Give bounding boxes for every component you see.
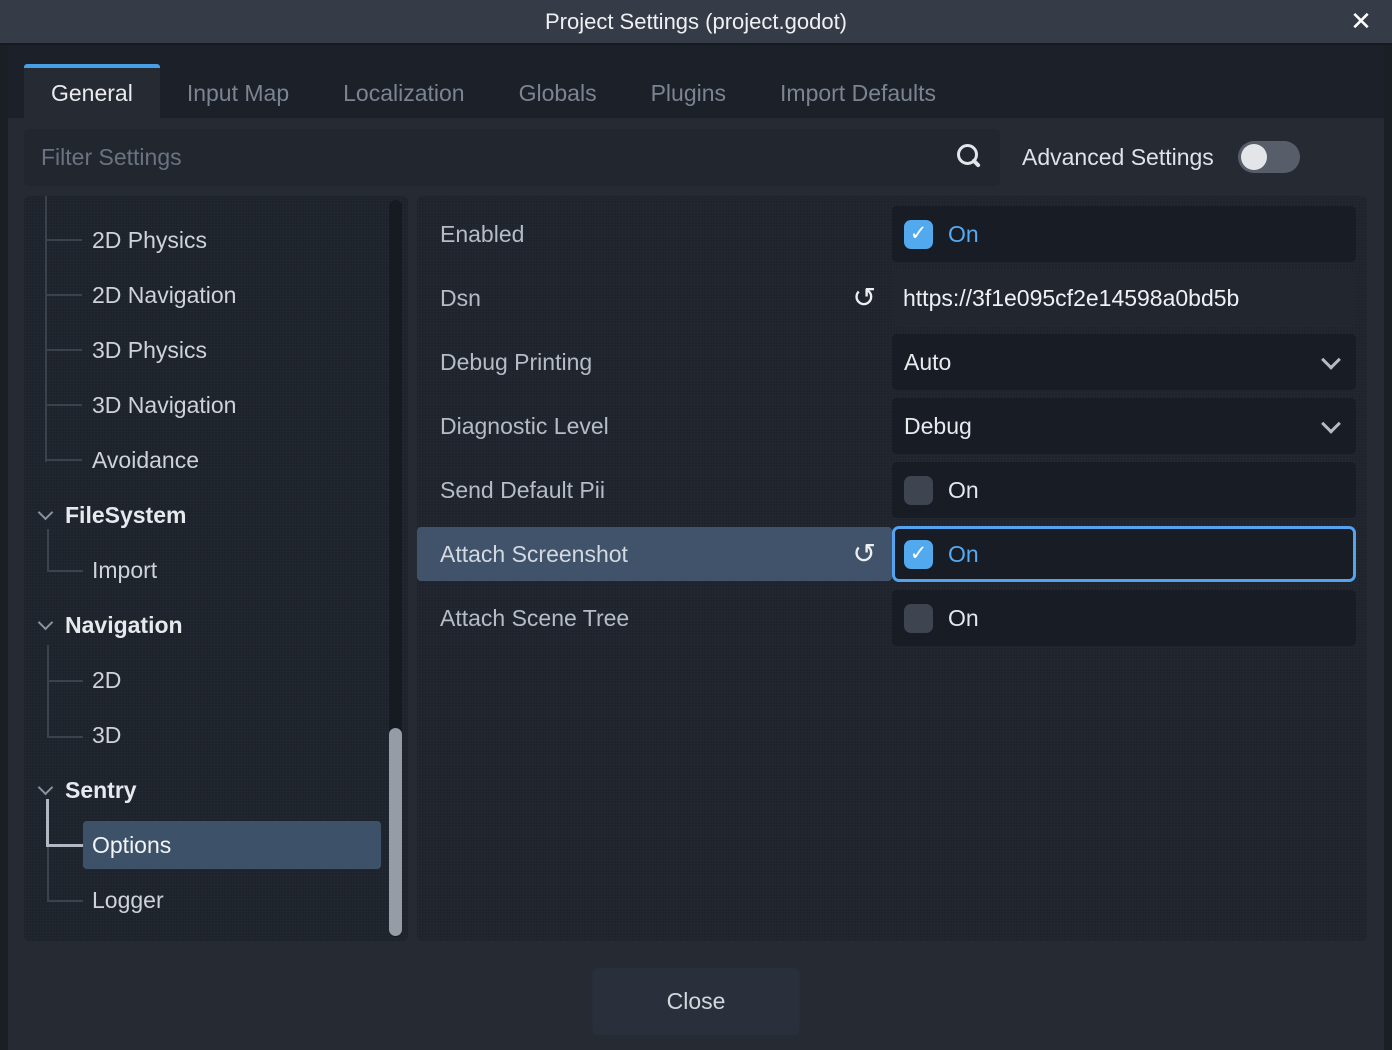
- chevron-down-icon: [38, 615, 54, 631]
- search-icon: [957, 144, 978, 165]
- tab-plugins[interactable]: Plugins: [624, 64, 753, 118]
- advanced-settings-label: Advanced Settings: [1022, 144, 1214, 171]
- chevron-down-icon: [38, 780, 54, 796]
- tab-general[interactable]: General: [24, 64, 160, 118]
- send-default-pii-value-cell[interactable]: On: [892, 462, 1356, 518]
- enabled-checkbox[interactable]: ✓: [904, 220, 933, 249]
- chevron-down-icon: [1321, 414, 1341, 434]
- check-icon: ✓: [910, 221, 928, 246]
- property-row-dsn: Dsn ↺: [417, 266, 1367, 330]
- tree-section-sentry[interactable]: Sentry: [24, 763, 392, 818]
- tab-globals[interactable]: Globals: [492, 64, 624, 118]
- revert-icon[interactable]: ↺: [853, 284, 876, 312]
- property-label[interactable]: Enabled: [417, 207, 892, 261]
- dropdown-value: Auto: [904, 349, 951, 376]
- chevron-down-icon: [38, 505, 54, 521]
- property-row-enabled: Enabled ✓ On: [417, 202, 1367, 266]
- titlebar: Project Settings (project.godot) ✕: [0, 0, 1392, 45]
- project-settings-dialog: { "window": { "title": "Project Settings…: [0, 0, 1392, 1050]
- tab-input-map[interactable]: Input Map: [160, 64, 316, 118]
- dsn-value-cell: [892, 270, 1356, 326]
- window-edge-right: [1384, 45, 1392, 1050]
- checkbox-state-label: On: [948, 477, 979, 504]
- attach-scene-tree-value-cell[interactable]: On: [892, 590, 1356, 646]
- diagnostic-level-dropdown[interactable]: Debug: [892, 398, 1356, 454]
- tree-scrollbar-thumb[interactable]: [389, 728, 402, 936]
- property-label[interactable]: Attach Screenshot ↺: [417, 527, 892, 581]
- tree-item-3d-physics[interactable]: 3D Physics: [24, 323, 392, 378]
- tree-item-3d-navigation[interactable]: 3D Navigation: [24, 378, 392, 433]
- tree-item-options[interactable]: Options: [24, 818, 392, 873]
- window-title: Project Settings (project.godot): [0, 0, 1392, 43]
- tree-item-import[interactable]: Import: [24, 543, 392, 598]
- property-label[interactable]: Diagnostic Level: [417, 399, 892, 453]
- tab-localization[interactable]: Localization: [316, 64, 491, 118]
- tree-item-2d-physics[interactable]: 2D Physics: [24, 213, 392, 268]
- filter-settings-input[interactable]: [24, 129, 1000, 186]
- chevron-down-icon: [1321, 350, 1341, 370]
- tree-item-2d[interactable]: 2D: [24, 653, 392, 708]
- tree-item-2d-navigation[interactable]: 2D Navigation: [24, 268, 392, 323]
- window-edge-left: [0, 45, 8, 1050]
- send-default-pii-checkbox[interactable]: [904, 476, 933, 505]
- tab-import-defaults[interactable]: Import Defaults: [753, 64, 963, 118]
- toggle-knob: [1241, 144, 1267, 170]
- property-row-attach-screenshot: Attach Screenshot ↺ ✓ On: [417, 522, 1367, 586]
- properties-panel: Enabled ✓ On Dsn ↺ Debug Printing Auto D…: [417, 196, 1367, 941]
- filter-toolbar: Advanced Settings: [24, 118, 1368, 196]
- tab-bar: General Input Map Localization Globals P…: [8, 45, 1384, 118]
- close-icon[interactable]: ✕: [1341, 0, 1381, 43]
- attach-screenshot-value-cell[interactable]: ✓ On: [892, 526, 1356, 582]
- property-label[interactable]: Dsn ↺: [417, 271, 892, 325]
- revert-icon[interactable]: ↺: [853, 540, 876, 568]
- property-row-diagnostic-level: Diagnostic Level Debug: [417, 394, 1367, 458]
- settings-tree: 2D Physics 2D Navigation 3D Physics 3D N…: [24, 196, 408, 941]
- enabled-value-cell[interactable]: ✓ On: [892, 206, 1356, 262]
- check-icon: ✓: [910, 541, 928, 566]
- tree-section-navigation[interactable]: Navigation: [24, 598, 392, 653]
- close-button[interactable]: Close: [593, 968, 800, 1035]
- property-label[interactable]: Send Default Pii: [417, 463, 892, 517]
- dsn-input[interactable]: [903, 285, 1345, 312]
- property-row-attach-scene-tree: Attach Scene Tree On: [417, 586, 1367, 650]
- attach-screenshot-checkbox[interactable]: ✓: [904, 540, 933, 569]
- checkbox-state-label: On: [948, 221, 979, 248]
- advanced-settings-toggle[interactable]: [1238, 141, 1300, 173]
- property-label[interactable]: Attach Scene Tree: [417, 591, 892, 645]
- checkbox-state-label: On: [948, 541, 979, 568]
- property-label[interactable]: Debug Printing: [417, 335, 892, 389]
- debug-printing-dropdown[interactable]: Auto: [892, 334, 1356, 390]
- property-row-send-default-pii: Send Default Pii On: [417, 458, 1367, 522]
- checkbox-state-label: On: [948, 605, 979, 632]
- tree-item-avoidance[interactable]: Avoidance: [24, 433, 392, 488]
- dropdown-value: Debug: [904, 413, 972, 440]
- tree-section-filesystem[interactable]: FileSystem: [24, 488, 392, 543]
- tree-item-3d[interactable]: 3D: [24, 708, 392, 763]
- tree-item-logger[interactable]: Logger: [24, 873, 392, 928]
- property-row-debug-printing: Debug Printing Auto: [417, 330, 1367, 394]
- attach-scene-tree-checkbox[interactable]: [904, 604, 933, 633]
